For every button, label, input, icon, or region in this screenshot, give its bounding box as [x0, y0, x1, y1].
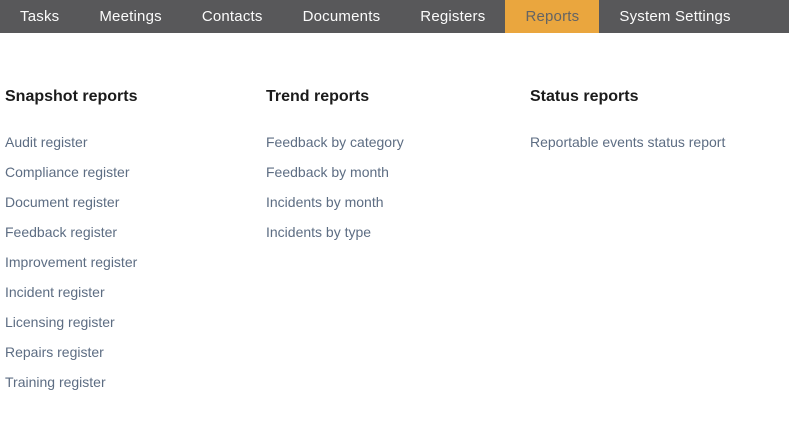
- tab-meetings[interactable]: Meetings: [79, 0, 181, 33]
- tab-reports[interactable]: Reports: [505, 0, 600, 33]
- tab-contacts[interactable]: Contacts: [182, 0, 283, 33]
- snapshot-reports-list: Audit register Compliance register Docum…: [5, 134, 266, 404]
- trend-reports-title: Trend reports: [266, 88, 370, 105]
- tab-tasks[interactable]: Tasks: [0, 0, 79, 33]
- link-feedback-by-month[interactable]: Feedback by month: [266, 164, 389, 180]
- status-reports-list: Reportable events status report: [530, 134, 789, 164]
- list-item: Document register: [5, 194, 266, 224]
- list-item: Reportable events status report: [530, 134, 789, 164]
- list-item: Compliance register: [5, 164, 266, 194]
- link-feedback-register[interactable]: Feedback register: [5, 224, 117, 240]
- list-item: Feedback register: [5, 224, 266, 254]
- link-incidents-by-type[interactable]: Incidents by type: [266, 224, 371, 240]
- link-incident-register[interactable]: Incident register: [5, 284, 105, 300]
- link-incidents-by-month[interactable]: Incidents by month: [266, 194, 384, 210]
- list-item: Repairs register: [5, 344, 266, 374]
- list-item: Improvement register: [5, 254, 266, 284]
- link-reportable-events-status-report[interactable]: Reportable events status report: [530, 134, 725, 150]
- list-item: Training register: [5, 374, 266, 404]
- tab-registers[interactable]: Registers: [400, 0, 505, 33]
- link-feedback-by-category[interactable]: Feedback by category: [266, 134, 404, 150]
- list-item: Feedback by month: [266, 164, 530, 194]
- tab-documents[interactable]: Documents: [283, 0, 401, 33]
- link-audit-register[interactable]: Audit register: [5, 134, 87, 150]
- link-compliance-register[interactable]: Compliance register: [5, 164, 130, 180]
- list-item: Incidents by month: [266, 194, 530, 224]
- snapshot-reports-title: Snapshot reports: [5, 88, 138, 105]
- snapshot-reports-section: Snapshot reports Audit register Complian…: [5, 88, 266, 404]
- reports-page: Snapshot reports Audit register Complian…: [0, 33, 789, 404]
- link-licensing-register[interactable]: Licensing register: [5, 314, 115, 330]
- trend-reports-section: Trend reports Feedback by category Feedb…: [266, 88, 530, 254]
- list-item: Feedback by category: [266, 134, 530, 164]
- top-nav: Tasks Meetings Contacts Documents Regist…: [0, 0, 789, 33]
- link-training-register[interactable]: Training register: [5, 374, 106, 390]
- link-document-register[interactable]: Document register: [5, 194, 119, 210]
- list-item: Licensing register: [5, 314, 266, 344]
- status-reports-section: Status reports Reportable events status …: [530, 88, 789, 164]
- list-item: Audit register: [5, 134, 266, 164]
- list-item: Incidents by type: [266, 224, 530, 254]
- tab-system-settings[interactable]: System Settings: [599, 0, 750, 33]
- list-item: Incident register: [5, 284, 266, 314]
- link-repairs-register[interactable]: Repairs register: [5, 344, 104, 360]
- link-improvement-register[interactable]: Improvement register: [5, 254, 137, 270]
- trend-reports-list: Feedback by category Feedback by month I…: [266, 134, 530, 254]
- status-reports-title: Status reports: [530, 88, 639, 105]
